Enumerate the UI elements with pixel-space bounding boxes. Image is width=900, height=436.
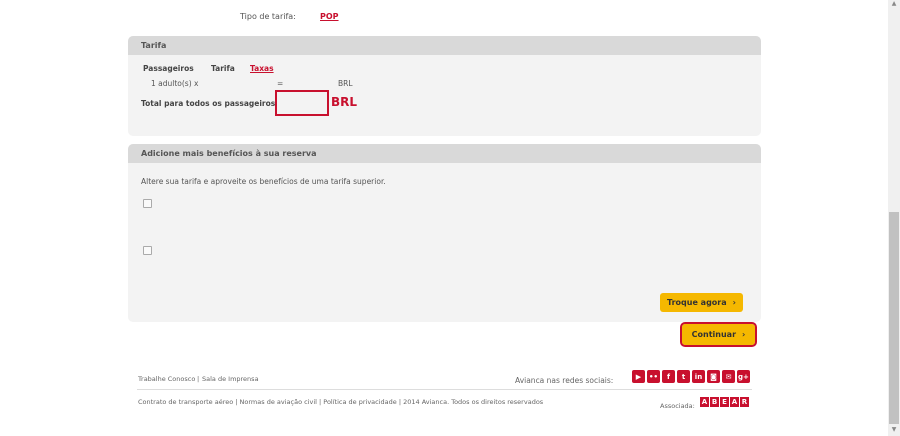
abear-letter: A xyxy=(730,397,739,407)
google-plus-icon[interactable]: g+ xyxy=(737,370,750,383)
benefits-description: Altere sua tarifa e aproveite os benefíc… xyxy=(141,177,386,186)
facebook-icon[interactable]: f xyxy=(662,370,675,383)
associada-label: Associada: xyxy=(660,402,695,410)
chevron-right-icon: › xyxy=(732,298,736,307)
footer-separator: | xyxy=(197,375,200,383)
footer-link-trabalhe[interactable]: Trabalhe Conosco xyxy=(138,375,195,383)
benefit-checkbox-1[interactable] xyxy=(143,199,152,208)
continuar-label: Continuar xyxy=(691,330,737,339)
benefits-panel-title: Adicione mais benefícios à sua reserva xyxy=(128,144,761,163)
abear-logo: A B E A R xyxy=(700,397,749,407)
passenger-row-label: 1 adulto(s) x xyxy=(151,79,199,88)
total-value-box xyxy=(275,90,329,116)
troque-agora-label: Troque agora xyxy=(667,298,727,307)
youtube-icon[interactable]: ▶ xyxy=(632,370,645,383)
footer-legal: Contrato de transporte aéreo | Normas de… xyxy=(138,398,544,406)
total-label: Total para todos os passageiros xyxy=(141,99,276,108)
tarifa-panel-title: Tarifa xyxy=(128,36,761,55)
abear-letter: B xyxy=(710,397,719,407)
fare-type-link[interactable]: POP xyxy=(320,12,339,21)
scrollbar-thumb[interactable] xyxy=(889,212,899,424)
passenger-row-currency: BRL xyxy=(338,79,353,88)
benefit-checkbox-2[interactable] xyxy=(143,246,152,255)
instagram-icon[interactable]: ◙ xyxy=(707,370,720,383)
total-currency: BRL xyxy=(331,95,358,109)
col-passengers: Passageiros xyxy=(143,64,194,73)
footer-link-imprensa[interactable]: Sala de Imprensa xyxy=(202,375,259,383)
flickr-icon[interactable]: •• xyxy=(647,370,660,383)
fare-type-label: Tipo de tarifa: xyxy=(240,12,296,21)
chevron-right-icon: › xyxy=(742,330,746,339)
tarifa-panel: Tarifa xyxy=(128,36,761,136)
twitter-icon[interactable]: t xyxy=(677,370,690,383)
scroll-down-arrow-icon[interactable]: ▼ xyxy=(888,426,900,436)
mail-icon[interactable]: ✉ xyxy=(722,370,735,383)
passenger-row-equals: = xyxy=(277,79,284,88)
continuar-button[interactable]: Continuar › xyxy=(680,322,757,347)
linkedin-icon[interactable]: in xyxy=(692,370,705,383)
scroll-up-arrow-icon[interactable]: ▲ xyxy=(888,0,900,10)
troque-agora-button[interactable]: Troque agora › xyxy=(660,293,743,312)
social-label: Avianca nas redes sociais: xyxy=(515,376,614,385)
taxas-link[interactable]: Taxas xyxy=(250,64,274,73)
abear-letter: E xyxy=(720,397,729,407)
abear-letter: A xyxy=(700,397,709,407)
col-tarifa: Tarifa xyxy=(211,64,235,73)
footer-divider xyxy=(137,389,752,390)
abear-letter: R xyxy=(740,397,749,407)
